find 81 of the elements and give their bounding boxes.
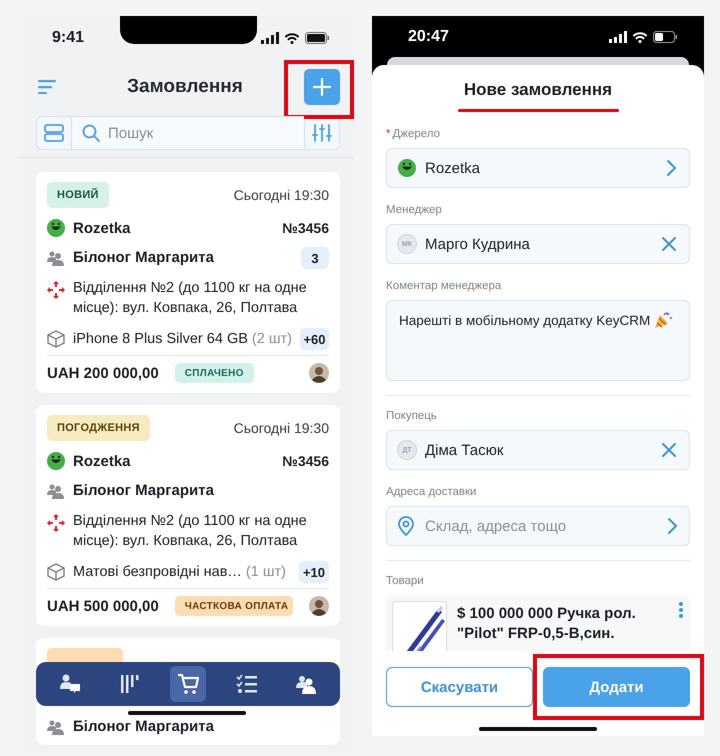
field-label: Адреса доставки <box>386 485 476 499</box>
plus-icon <box>313 78 331 96</box>
customer-name: Білоног Маргарита <box>73 483 214 499</box>
wifi-icon <box>284 32 300 44</box>
cart-icon <box>176 673 199 695</box>
chat-icon <box>58 673 81 695</box>
close-icon[interactable] <box>661 236 677 252</box>
required-mark: * <box>386 127 390 141</box>
sliders-icon <box>312 123 332 143</box>
chevron-icon <box>665 159 677 177</box>
status-time: 20:47 <box>408 28 449 46</box>
product-quantity: (2 шт) <box>252 331 292 347</box>
product-quantity: (1 шт) <box>246 564 286 580</box>
source-name: Rozetka <box>73 220 132 236</box>
status-badge: ПОГОДЖЕННЯ <box>47 415 150 441</box>
order-number: №3456 <box>282 453 329 469</box>
field-label: Коментар менеджера <box>386 279 502 293</box>
avatar <box>309 596 329 616</box>
location-pin-icon <box>397 516 415 536</box>
order-date: Сьогодні 19:30 <box>234 420 329 436</box>
signal-icon <box>261 32 279 44</box>
checklist-icon <box>236 673 258 695</box>
customer-name: Білоног Маргарита <box>73 250 214 266</box>
order-card[interactable]: НОВИЙ Сьогодні 19:30 Rozetka №3456 Білоног Маргарита 3 Відділення №2 (до 1100 кг на одне місце): вул. Ковпака, 26, Полтава iPhone 8 Plus Silver 64 GB (2 шт) +60 UAH 200 000,00 СПЛАЧЕНО <box>36 172 340 393</box>
add-button[interactable] <box>304 69 340 105</box>
battery-icon <box>305 32 330 44</box>
box-icon <box>47 563 65 581</box>
field-label: Товари <box>386 574 424 588</box>
payment-badge: СПЛАЧЕНО <box>174 363 254 383</box>
address-field[interactable]: Склад, адреса тощо <box>386 506 690 546</box>
people-icon <box>295 673 318 695</box>
filter-button[interactable] <box>304 116 340 150</box>
nav-button[interactable] <box>170 666 206 702</box>
product-name: Матові безпровідні нав… <box>73 564 242 580</box>
box-icon <box>47 330 65 348</box>
order-date: Сьогодні 19:30 <box>234 187 329 203</box>
order-number: №3456 <box>282 220 329 236</box>
source-name: Rozetka <box>73 452 132 470</box>
arrows-icon <box>47 514 65 532</box>
field-label: Джерело <box>392 127 440 141</box>
wifi-icon <box>632 30 648 42</box>
smiley-logo-icon <box>47 219 65 237</box>
delivery-address: Відділення №2 (до 1100 кг на одне місце): вул. Ковпака, 26, Полтава <box>73 512 308 551</box>
arrows-icon <box>47 281 65 299</box>
view-toggle-button[interactable] <box>36 116 72 150</box>
status-badge: НОВИЙ <box>47 182 109 208</box>
product-card[interactable]: $ 100 000 000 Ручка рол. "Pilot" FRP-0,5-В,син. <box>386 595 690 651</box>
more-icon[interactable] <box>678 601 684 619</box>
chevron-icon <box>666 517 678 535</box>
field-label: Покупець <box>386 409 437 423</box>
field-label: Менеджер <box>386 203 442 217</box>
party-popper-icon <box>654 311 672 329</box>
battery-icon <box>653 30 678 42</box>
product-name: iPhone 8 Plus Silver 64 GB <box>73 331 248 347</box>
smiley-logo-icon <box>47 452 65 470</box>
comment-field[interactable]: Нарешті в мобільному додатку KeyCRM <box>386 300 690 381</box>
delivery-address: Відділення №2 (до 1100 кг на одне місце): вул. Ковпака, 26, Полтава <box>73 279 308 318</box>
order-card[interactable]: ПОГОДЖЕННЯ Сьогодні 19:30 Rozetka №3456 Білоног Маргарита Відділення №2 (до 1100 кг на одне місце): вул. Ковпака, 26, Полтава Матові безпровідні нав… (1 шт) +10 UAH 500 000,00 ЧАСТКОВА ОПЛАТА <box>36 405 340 626</box>
people-icon <box>47 250 65 266</box>
people-icon <box>47 719 65 735</box>
order-total: UAH 500 000,00 <box>47 598 159 614</box>
people-icon <box>47 483 65 499</box>
count-badge: 3 <box>301 247 329 269</box>
avatar <box>309 363 329 383</box>
close-icon[interactable] <box>661 442 677 458</box>
signal-icon <box>609 30 627 42</box>
extra-count-badge: +10 <box>298 561 329 583</box>
source-select[interactable]: Rozetka <box>386 148 690 188</box>
payment-badge: ЧАСТКОВА ОПЛАТА <box>174 596 293 616</box>
order-total: UAH 200 000,00 <box>47 364 159 382</box>
menu-icon[interactable] <box>38 80 56 94</box>
list-view-icon <box>44 123 64 143</box>
smiley-logo-icon <box>397 158 417 178</box>
status-time: 9:41 <box>52 29 84 47</box>
customer-name: Білоног Маргарита <box>73 719 214 735</box>
sheet-title: Нове замовлення <box>462 81 614 99</box>
extra-count-badge: +60 <box>300 328 329 350</box>
product-title: $ 100 000 000 Ручка рол. "Pilot" FRP-0,5-В,син. <box>457 604 637 644</box>
search-icon <box>82 124 100 142</box>
search-field[interactable]: Пошук <box>72 116 304 150</box>
page-title: Замовлення <box>126 76 244 98</box>
